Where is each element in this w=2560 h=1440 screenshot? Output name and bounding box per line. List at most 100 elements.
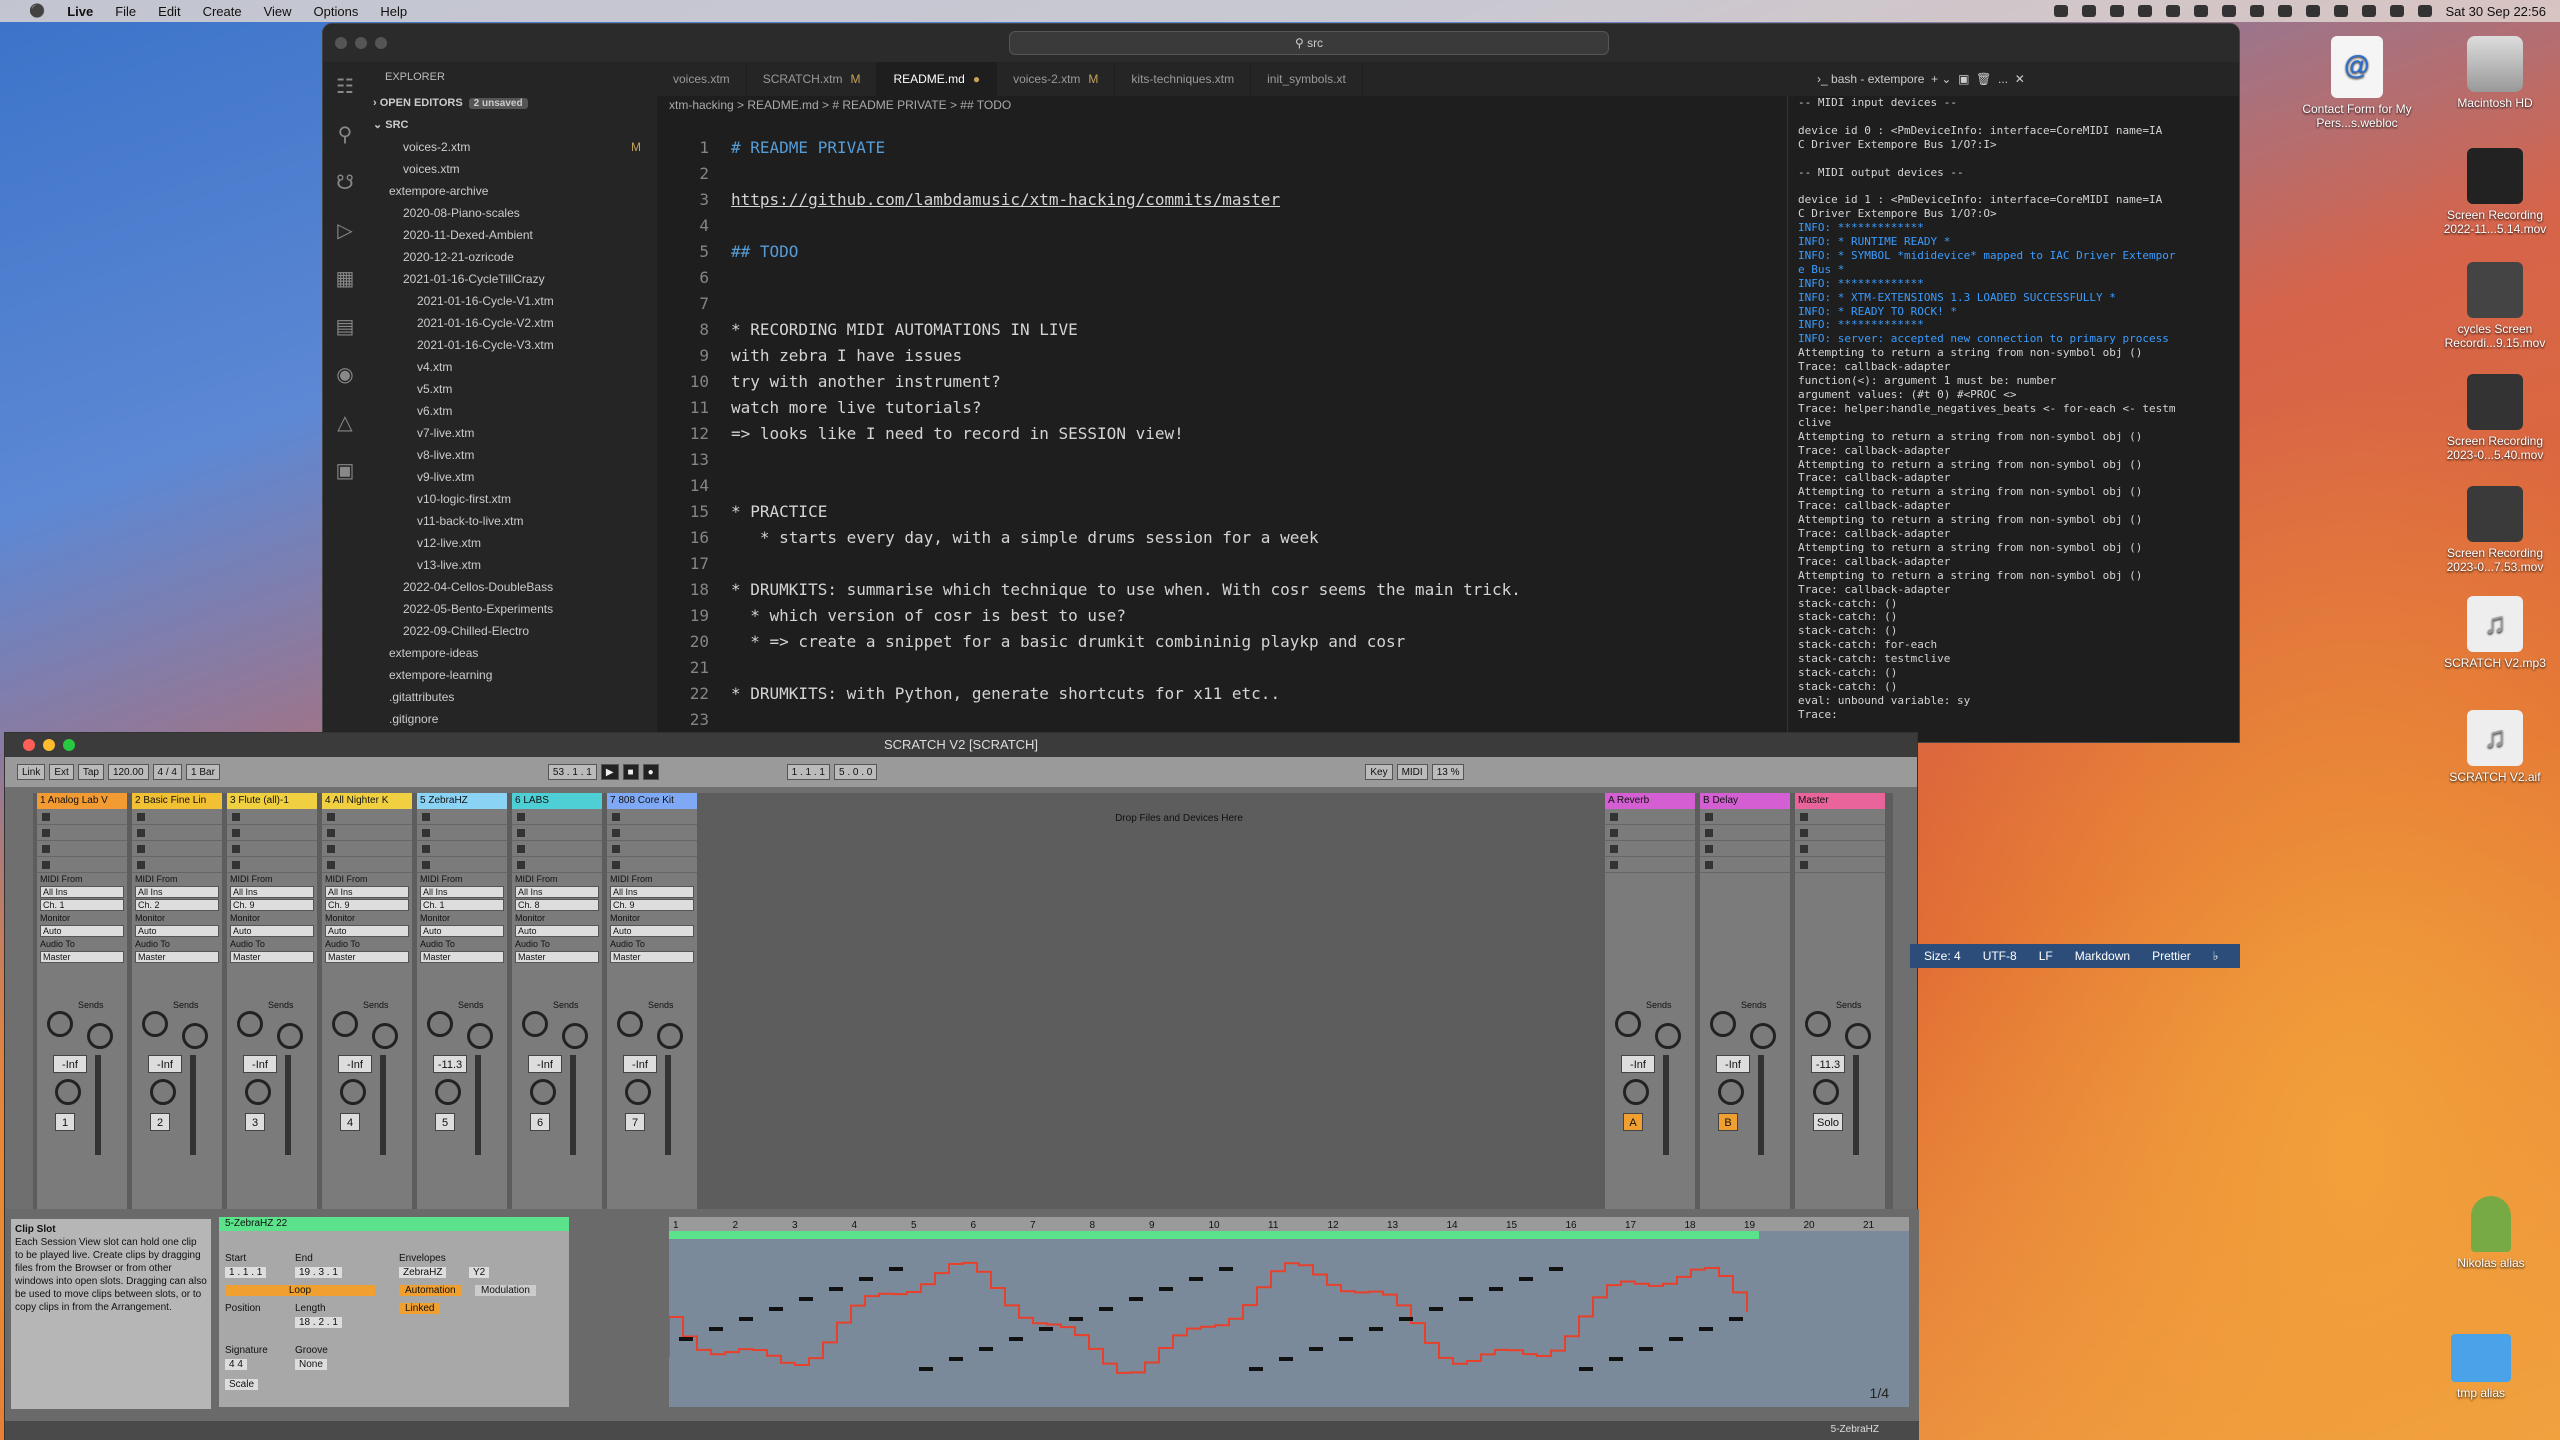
send-knob[interactable] [1710, 1011, 1736, 1037]
clip-slot[interactable] [1700, 809, 1790, 825]
github-icon[interactable]: ◉ [334, 364, 356, 386]
send-knob[interactable] [1615, 1011, 1641, 1037]
scale-button[interactable]: Scale [225, 1379, 259, 1390]
send-knob[interactable] [47, 1011, 73, 1037]
editor-tab[interactable]: voices-2.xtm M [997, 62, 1116, 96]
clip-slot[interactable] [417, 841, 507, 857]
file-tree-item[interactable]: 2022-09-Chilled-Electro [367, 620, 657, 642]
clip-slot[interactable] [1700, 825, 1790, 841]
midi-note[interactable] [1069, 1317, 1083, 1321]
editor-tab[interactable]: kits-techniques.xtm [1115, 62, 1252, 96]
file-tree-item[interactable]: extempore-learning [367, 664, 657, 686]
automation-envelope[interactable]: 1 2 3 4 5 6 7 8 9 10 11 12 13 14 15 16 17 18 19 20 21 [669, 1217, 1909, 1407]
track-name[interactable]: 2 Basic Fine Lin [132, 793, 222, 809]
pan-knob[interactable] [625, 1079, 651, 1105]
midi-note[interactable] [769, 1307, 783, 1311]
volume-field[interactable]: -Inf [528, 1055, 562, 1073]
time-signature[interactable]: 4 / 4 [152, 764, 182, 780]
desktop-icon-webloc[interactable]: @ Contact Form for My Pers...s.webloc [2302, 36, 2412, 130]
search-icon[interactable] [2389, 5, 2404, 17]
song-position[interactable]: 53 . 1 . 1 [547, 764, 597, 780]
signature-field[interactable]: 4 4 [225, 1359, 247, 1370]
volume-field[interactable]: -Inf [623, 1055, 657, 1073]
file-tree-item[interactable]: 2021-01-16-Cycle-V1.xtm [367, 290, 657, 312]
groove-field[interactable]: None [295, 1359, 327, 1370]
indent-size[interactable]: Size: 4 [1924, 949, 1961, 963]
run-debug-icon[interactable]: ▷ [334, 220, 356, 242]
desktop-icon-user[interactable]: Nikolas alias [2436, 1196, 2546, 1270]
menu-create[interactable]: Create [192, 4, 253, 19]
code-line[interactable]: * DRUMKITS: with Python, generate shortc… [731, 684, 1280, 703]
track-activator[interactable]: A [1623, 1113, 1643, 1131]
send-knob[interactable] [657, 1023, 683, 1049]
drop-zone[interactable]: Drop Files and Devices Here [729, 793, 1629, 1233]
battery-icon[interactable] [2165, 5, 2180, 17]
code-line[interactable]: https://github.com/lambdamusic/xtm-hacki… [731, 190, 1280, 209]
encoding[interactable]: UTF-8 [1983, 949, 2017, 963]
desktop-icon-rec2[interactable]: cycles Screen Recordi...9.15.mov [2440, 262, 2550, 350]
file-tree-item[interactable]: v10-logic-first.xtm [367, 488, 657, 510]
monitor-auto-button[interactable]: Auto [610, 925, 694, 937]
midi-note[interactable] [1549, 1267, 1563, 1271]
editor-tab[interactable]: README.md ● [877, 62, 998, 96]
menu-options[interactable]: Options [303, 4, 370, 19]
midi-note[interactable] [1399, 1317, 1413, 1321]
clip-slot[interactable] [1795, 841, 1885, 857]
pan-knob[interactable] [245, 1079, 271, 1105]
file-tree-item[interactable]: 2022-04-Cellos-DoubleBass [367, 576, 657, 598]
midi-note[interactable] [1279, 1357, 1293, 1361]
command-center-search[interactable]: ⚲ src [1009, 31, 1609, 55]
code-line[interactable]: * which version of cosr is best to use? [731, 606, 1126, 625]
clip-slot[interactable] [1795, 809, 1885, 825]
desktop-icon-rec1[interactable]: Screen Recording 2022-11...5.14.mov [2440, 148, 2550, 236]
file-tree-item[interactable]: 2021-01-16-Cycle-V2.xtm [367, 312, 657, 334]
send-knob[interactable] [142, 1011, 168, 1037]
menubar-clock[interactable]: Sat 30 Sep 22:56 [2446, 4, 2546, 19]
monitor-auto-button[interactable]: Auto [420, 925, 504, 937]
send-knob[interactable] [467, 1023, 493, 1049]
clip-slot[interactable] [1700, 841, 1790, 857]
file-tree-item[interactable]: v4.xtm [367, 356, 657, 378]
pan-knob[interactable] [150, 1079, 176, 1105]
midi-note[interactable] [799, 1297, 813, 1301]
editor-tab[interactable]: voices.xtm [657, 62, 747, 96]
track-name[interactable]: 1 Analog Lab V [37, 793, 127, 809]
midi-note[interactable] [679, 1337, 693, 1341]
clip-slot[interactable] [227, 825, 317, 841]
track-activator[interactable]: 3 [245, 1113, 265, 1131]
modulation-tab[interactable]: Modulation [475, 1285, 536, 1296]
clip-slot[interactable] [417, 809, 507, 825]
volume-field[interactable]: -Inf [338, 1055, 372, 1073]
midi-note[interactable] [1669, 1337, 1683, 1341]
explorer-icon[interactable]: ☷ [334, 76, 356, 98]
midi-note[interactable] [1249, 1367, 1263, 1371]
automation-tab[interactable]: Automation [399, 1285, 462, 1296]
track-name[interactable]: B Delay [1700, 793, 1790, 809]
volume-field[interactable]: -11.3 [1811, 1055, 1845, 1073]
midi-input-select[interactable]: All Ins [420, 886, 504, 898]
volume-field[interactable]: -Inf [1716, 1055, 1750, 1073]
track-activator[interactable]: B [1718, 1113, 1738, 1131]
midi-note[interactable] [1099, 1307, 1113, 1311]
zoom-icon[interactable] [375, 37, 387, 49]
minimize-icon[interactable] [43, 739, 55, 751]
clip-slot[interactable] [132, 841, 222, 857]
line-ending[interactable]: LF [2039, 949, 2053, 963]
memory-icon[interactable] [2249, 5, 2264, 17]
menu-file[interactable]: File [104, 4, 147, 19]
app-menu[interactable]: Live [56, 4, 104, 19]
clip-name[interactable]: 5-ZebraHZ 22 [219, 1217, 569, 1231]
clip-slot[interactable] [322, 809, 412, 825]
midi-input-select[interactable]: All Ins [515, 886, 599, 898]
clip-slot[interactable] [322, 857, 412, 873]
midi-input-select[interactable]: All Ins [610, 886, 694, 898]
play-button[interactable]: ▶ [600, 764, 619, 780]
midi-channel-select[interactable]: Ch. 9 [610, 899, 694, 911]
clip-slot[interactable] [322, 825, 412, 841]
prettier-status[interactable]: Prettier [2152, 949, 2191, 963]
apple-menu-icon[interactable]: ⚫ [18, 3, 56, 19]
midi-note[interactable] [1309, 1347, 1323, 1351]
length-field[interactable]: 18 . 2 . 1 [295, 1317, 342, 1328]
midi-note[interactable] [889, 1267, 903, 1271]
file-tree-item[interactable]: v7-live.xtm [367, 422, 657, 444]
